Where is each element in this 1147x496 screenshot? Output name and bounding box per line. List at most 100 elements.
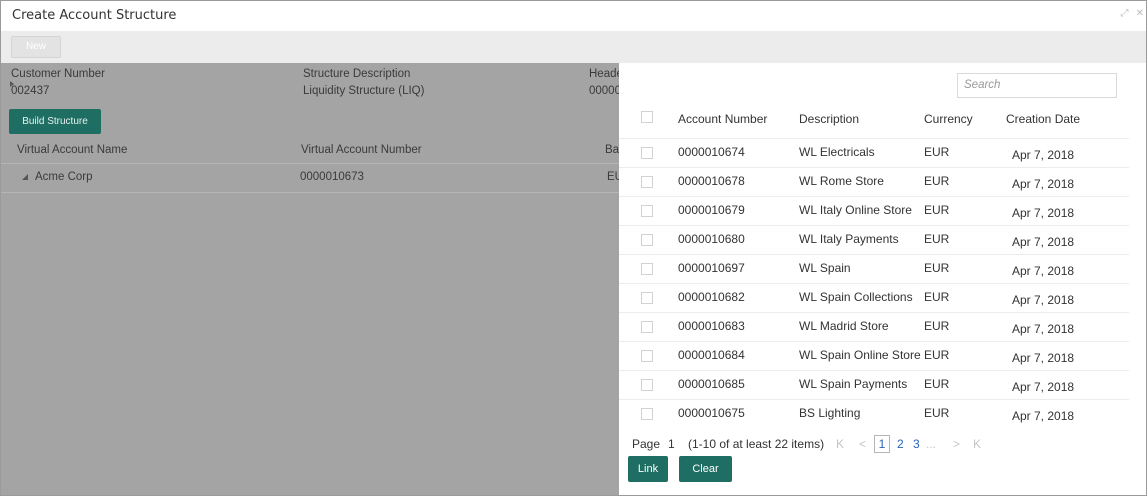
search-input[interactable]: Search — [957, 73, 1117, 98]
account-number: 0000010678 — [678, 174, 745, 188]
table-row[interactable]: 0000010697 WL Spain EUR Apr 7, 2018 — [619, 254, 1129, 283]
col-account-number[interactable]: Account Number — [678, 112, 767, 126]
col-currency[interactable]: Currency — [924, 112, 973, 126]
tree-row[interactable]: Acme Corp 0000010673 EU — [1, 164, 619, 192]
expand-arrow-icon — [10, 81, 14, 87]
creation-date: Apr 7, 2018 — [1012, 380, 1075, 394]
account-number: 0000010684 — [678, 348, 745, 362]
row-checkbox[interactable] — [641, 263, 653, 275]
row-checkbox[interactable] — [641, 292, 653, 304]
account-number: 0000010697 — [678, 261, 745, 275]
row-checkbox[interactable] — [641, 350, 653, 362]
currency: EUR — [924, 377, 950, 391]
account-number: 0000010682 — [678, 290, 745, 304]
account-number: 0000010680 — [678, 232, 745, 246]
currency: EUR — [924, 174, 950, 188]
row-checkbox[interactable] — [641, 408, 653, 420]
account-number: 0000010679 — [678, 203, 745, 217]
build-structure-button[interactable]: Build Structure — [9, 109, 101, 134]
account-number: 0000010685 — [678, 377, 745, 391]
row-checkbox[interactable] — [641, 147, 653, 159]
account-number: 0000010683 — [678, 319, 745, 333]
page-3-button[interactable]: 3 — [913, 432, 920, 456]
creation-date: Apr 7, 2018 — [1012, 293, 1075, 307]
table-row[interactable]: 0000010684 WL Spain Online Store EUR Apr… — [619, 341, 1129, 370]
description: WL Italy Payments — [799, 232, 899, 246]
description: BS Lighting — [799, 406, 861, 420]
col-virtual-account-name: Virtual Account Name — [17, 144, 128, 156]
description: WL Italy Online Store — [799, 203, 912, 217]
currency: EUR — [924, 348, 950, 362]
description: WL Electricals — [799, 145, 875, 159]
table-row[interactable]: 0000010680 WL Italy Payments EUR Apr 7, … — [619, 225, 1129, 254]
table-row[interactable]: 0000010682 WL Spain Collections EUR Apr … — [619, 283, 1129, 312]
account-number: 0000010675 — [678, 406, 745, 420]
row-checkbox[interactable] — [641, 379, 653, 391]
table-row[interactable]: 0000010674 WL Electricals EUR Apr 7, 201… — [619, 138, 1129, 167]
page-label: Page — [632, 437, 661, 451]
row-checkbox[interactable] — [641, 205, 653, 217]
description: WL Spain Online Store — [799, 348, 921, 362]
currency: EUR — [924, 145, 950, 159]
creation-date: Apr 7, 2018 — [1012, 264, 1075, 278]
tree-collapse-icon[interactable] — [22, 174, 28, 180]
title-bar: Create Account Structure ⤢ ✕ — [1, 1, 1146, 31]
structure-form-overlay: Customer Number 002437 Structure Descrip… — [1, 63, 619, 495]
currency: EUR — [924, 290, 950, 304]
header-label: Header — [589, 68, 619, 80]
row-checkbox[interactable] — [641, 234, 653, 246]
table-row[interactable]: 0000010683 WL Madrid Store EUR Apr 7, 20… — [619, 312, 1129, 341]
table-row[interactable]: 0000010685 WL Spain Payments EUR Apr 7, … — [619, 370, 1129, 399]
creation-date: Apr 7, 2018 — [1012, 351, 1075, 365]
currency: EUR — [924, 261, 950, 275]
clear-button[interactable]: Clear — [679, 456, 732, 482]
first-page-icon[interactable]: K — [836, 432, 844, 456]
row-checkbox[interactable] — [641, 321, 653, 333]
currency: EUR — [924, 406, 950, 420]
row-checkbox[interactable] — [641, 176, 653, 188]
grid-header: Account Number Description Currency Crea… — [619, 104, 1129, 138]
table-row[interactable]: 0000010678 WL Rome Store EUR Apr 7, 2018 — [619, 167, 1129, 196]
col-truncated: Ba — [605, 144, 619, 156]
creation-date: Apr 7, 2018 — [1012, 409, 1075, 423]
more-pages-ellipsis: ... — [926, 437, 937, 451]
description: WL Rome Store — [799, 174, 884, 188]
description: WL Spain Collections — [799, 290, 913, 304]
creation-date: Apr 7, 2018 — [1012, 206, 1075, 220]
creation-date: Apr 7, 2018 — [1012, 322, 1075, 336]
currency: EUR — [924, 319, 950, 333]
select-all-checkbox[interactable] — [641, 111, 653, 123]
page-1-button[interactable]: 1 — [874, 435, 890, 453]
customer-number-label: Customer Number — [11, 68, 105, 80]
structure-description-value: Liquidity Structure (LIQ) — [303, 85, 425, 97]
last-page-icon[interactable]: K — [973, 432, 981, 456]
description: WL Spain — [799, 261, 851, 275]
creation-date: Apr 7, 2018 — [1012, 177, 1075, 191]
prev-page-icon[interactable]: < — [859, 432, 866, 456]
currency: EUR — [924, 232, 950, 246]
table-row[interactable]: 0000010679 WL Italy Online Store EUR Apr… — [619, 196, 1129, 225]
window-controls-icon[interactable]: ⤢ ✕ — [1120, 8, 1146, 19]
creation-date: Apr 7, 2018 — [1012, 148, 1075, 162]
tree-row-number: 0000010673 — [300, 171, 364, 183]
col-description[interactable]: Description — [799, 112, 859, 126]
account-number: 0000010674 — [678, 145, 745, 159]
page-number-input[interactable]: 1 — [668, 432, 675, 456]
table-row[interactable]: 0000010675 BS Lighting EUR Apr 7, 2018 — [619, 399, 1129, 428]
currency: EUR — [924, 203, 950, 217]
new-button[interactable]: New — [11, 36, 61, 58]
description: WL Madrid Store — [799, 319, 889, 333]
col-creation-date[interactable]: Creation Date — [1006, 112, 1080, 126]
customer-number-value: 002437 — [11, 85, 50, 97]
page-items-summary: (1-10 of at least 22 items) — [688, 437, 825, 451]
col-virtual-account-number: Virtual Account Number — [301, 144, 422, 156]
next-page-icon[interactable]: > — [953, 432, 960, 456]
row-divider — [1, 192, 619, 193]
page-2-button[interactable]: 2 — [897, 432, 904, 456]
toolbar: New — [1, 31, 1146, 63]
account-selection-panel: Search Account Number Description Curren… — [619, 63, 1146, 495]
header-value: 0000010 — [589, 85, 619, 97]
creation-date: Apr 7, 2018 — [1012, 235, 1075, 249]
link-button[interactable]: Link — [628, 456, 668, 482]
description: WL Spain Payments — [799, 377, 908, 391]
